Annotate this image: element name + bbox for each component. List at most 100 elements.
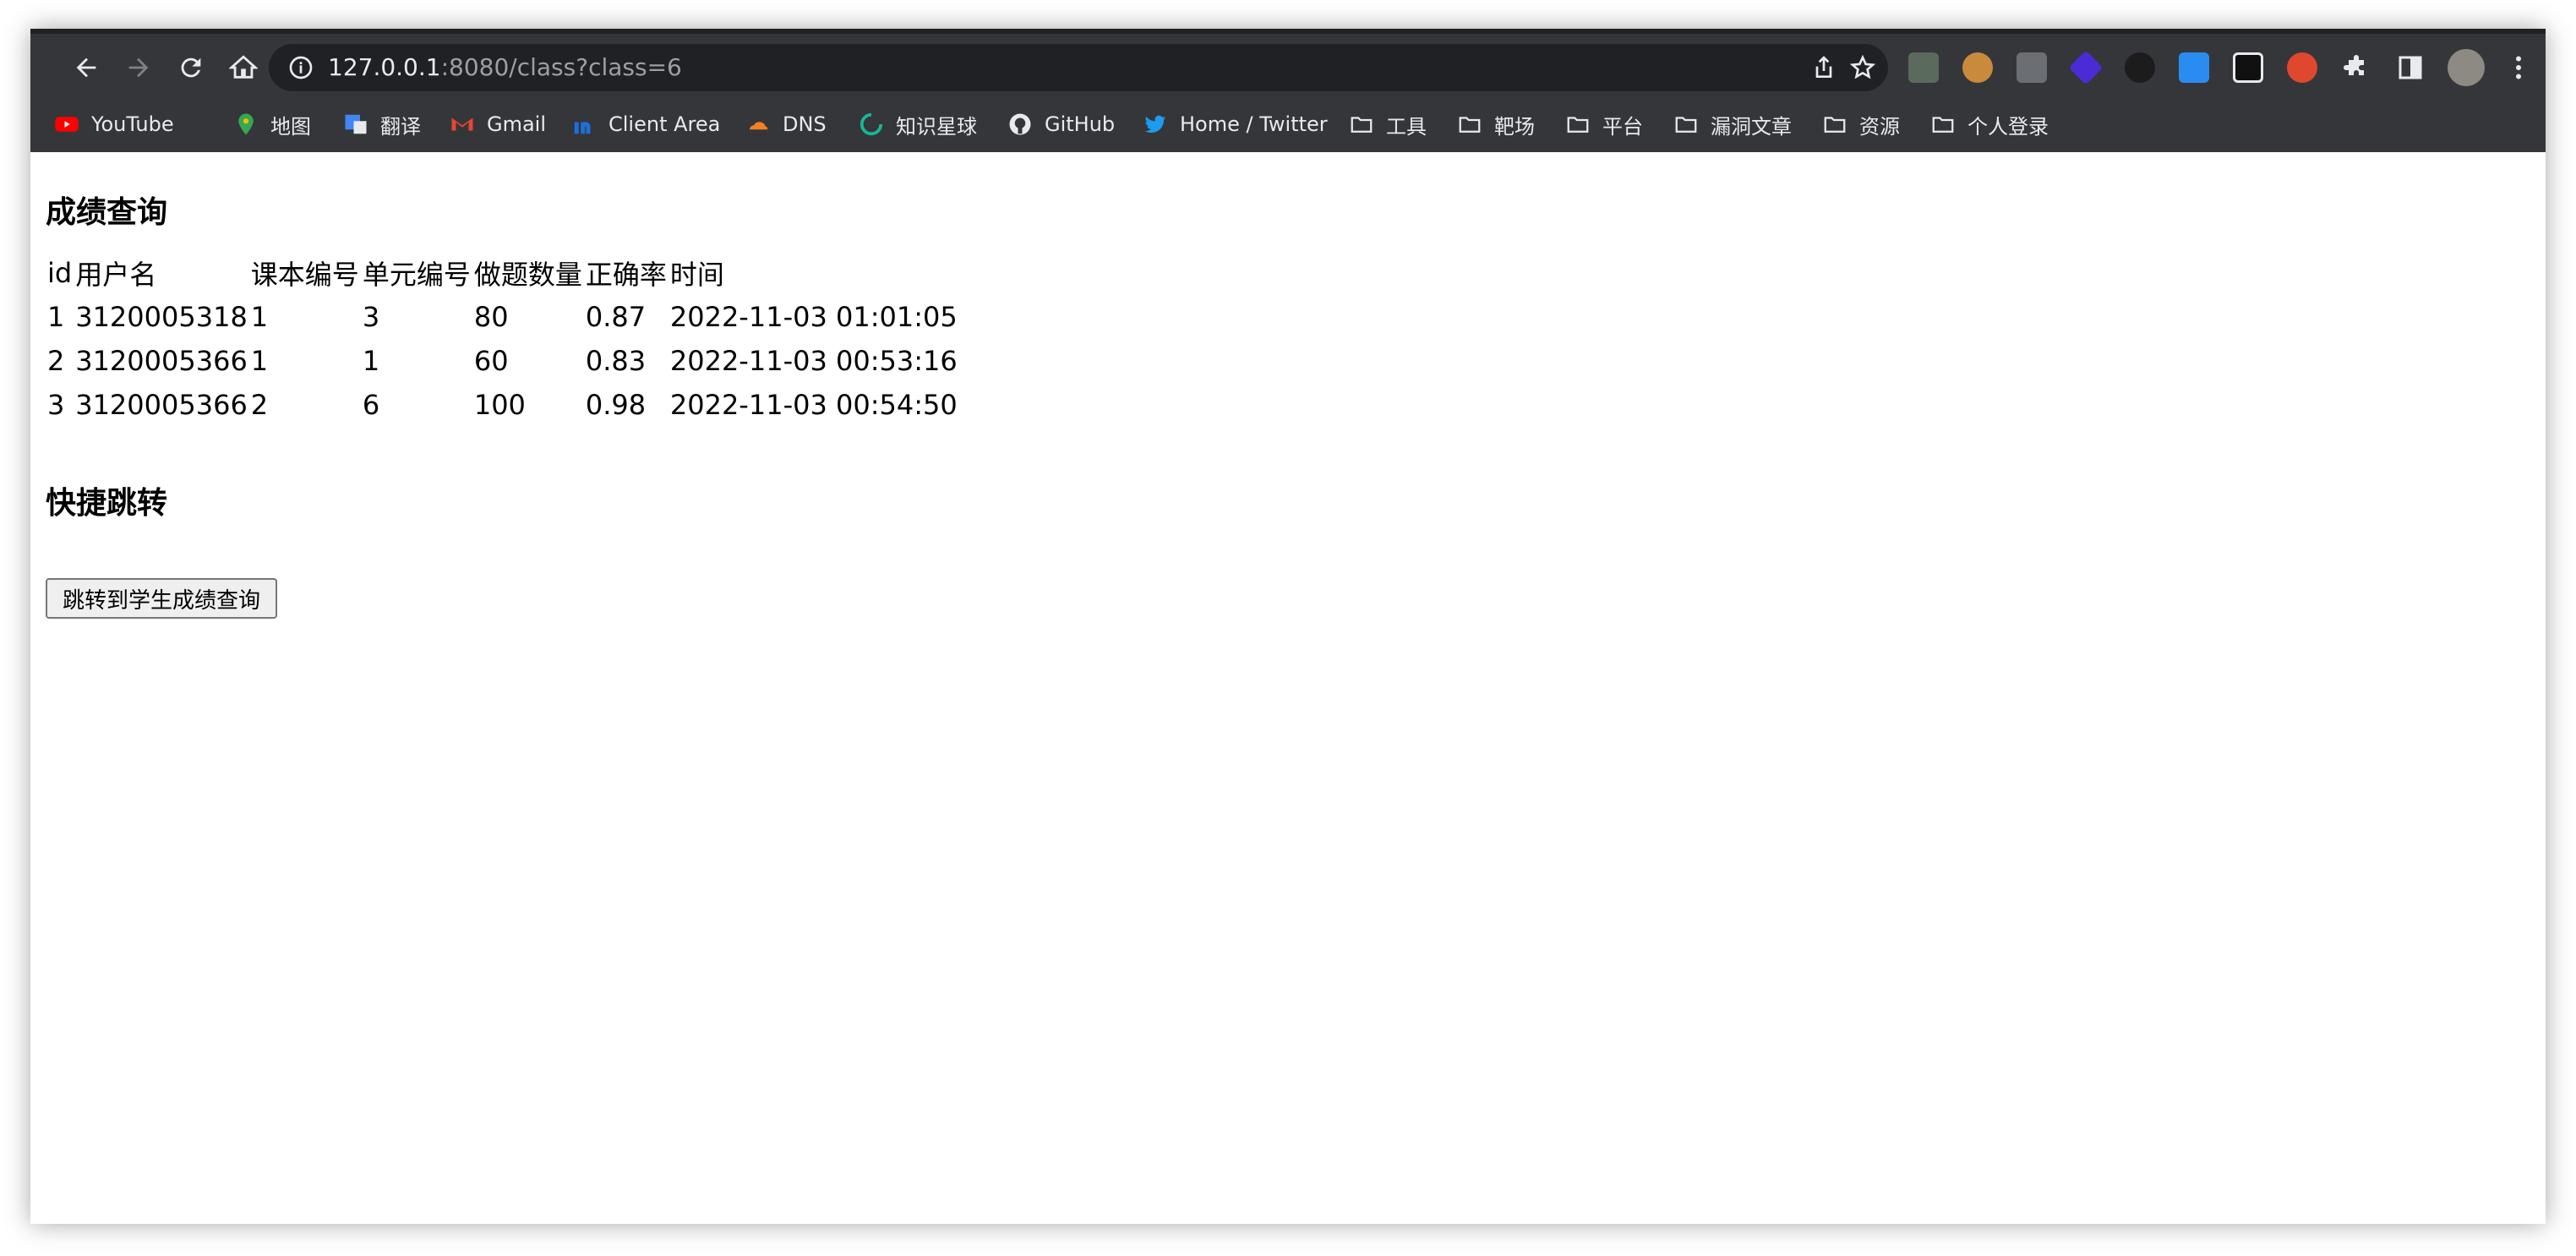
cell-time: 2022-11-03 01:01:05 xyxy=(669,301,958,333)
puzzle-icon[interactable] xyxy=(2341,52,2371,83)
col-header-id: id xyxy=(47,257,73,289)
back-button[interactable] xyxy=(68,49,105,86)
bookmark-folder-range[interactable]: 靶场 xyxy=(1457,96,1535,152)
extension-icon-1[interactable] xyxy=(1908,52,1939,83)
bookmark-folder-personal-login[interactable]: 个人登录 xyxy=(1930,96,2049,152)
bookmark-label: 工具 xyxy=(1386,114,1427,139)
client-area-icon xyxy=(571,112,597,137)
scores-table: id 用户名 课本编号 单元编号 做题数量 正确率 时间 1 312000531… xyxy=(44,248,961,429)
bookmark-label: 知识星球 xyxy=(896,114,977,139)
url-host: 127.0.0.1 xyxy=(328,53,441,81)
bookmark-label: GitHub xyxy=(1045,112,1116,136)
jump-to-student-scores-button[interactable]: 跳转到学生成绩查询 xyxy=(46,578,278,619)
url-text[interactable]: 127.0.0.1:8080/class?class=6 xyxy=(328,44,682,91)
cell-id: 2 xyxy=(47,345,65,377)
cell-accuracy: 0.98 xyxy=(585,389,647,421)
quick-jump-title: 快捷跳转 xyxy=(46,486,168,521)
col-header-time: 时间 xyxy=(669,259,724,291)
browser-window: 127.0.0.1:8080/class?class=6 YouTube 地图 … xyxy=(30,29,2546,1224)
folder-icon xyxy=(1673,112,1699,137)
maps-icon xyxy=(233,112,259,137)
bookmark-twitter[interactable]: Home / Twitter xyxy=(1143,96,1328,152)
extension-icon-3[interactable] xyxy=(2017,52,2047,83)
gmail-icon xyxy=(450,112,475,137)
extension-icon-4[interactable] xyxy=(2068,50,2104,85)
cloudflare-icon xyxy=(745,112,771,137)
bookmark-label: Home / Twitter xyxy=(1180,112,1328,136)
cell-book-number: 2 xyxy=(250,389,269,421)
folder-icon xyxy=(1457,112,1482,137)
bookmark-github[interactable]: GitHub xyxy=(1007,96,1115,152)
back-arrow-icon xyxy=(76,57,96,78)
extension-icon-8[interactable] xyxy=(2287,52,2317,83)
avatar[interactable] xyxy=(2448,49,2485,86)
bookmark-label: DNS xyxy=(783,112,827,136)
bookmark-label: 个人登录 xyxy=(1967,114,2049,139)
youtube-icon xyxy=(54,112,79,137)
home-icon xyxy=(229,55,258,79)
bookmark-label: 地图 xyxy=(270,114,311,139)
cell-time: 2022-11-03 00:53:16 xyxy=(669,345,958,377)
bookmark-gmail[interactable]: Gmail xyxy=(450,96,546,152)
cell-username: 3120005366 xyxy=(75,345,248,377)
cell-book-number: 1 xyxy=(250,301,269,333)
folder-icon xyxy=(1349,112,1374,137)
site-info-icon[interactable] xyxy=(287,54,314,81)
cell-unit-number: 6 xyxy=(362,389,380,421)
table-row: 3 3120005366 2 6 100 0.98 2022-11-03 00:… xyxy=(47,385,958,424)
page-title: 成绩查询 xyxy=(46,195,168,230)
folder-icon xyxy=(1930,112,1956,137)
sidebar-icon[interactable] xyxy=(2395,52,2426,83)
cell-username: 3120005366 xyxy=(75,389,248,421)
cell-time: 2022-11-03 00:54:50 xyxy=(669,389,958,421)
bookmark-label: 翻译 xyxy=(380,114,421,139)
bookmark-folder-vuln-articles[interactable]: 漏洞文章 xyxy=(1673,96,1792,152)
bookmark-label: 平台 xyxy=(1602,114,1643,139)
extension-icon-6[interactable] xyxy=(2179,52,2209,83)
bookmark-zsxq[interactable]: 知识星球 xyxy=(859,96,977,152)
cell-book-number: 1 xyxy=(250,345,269,377)
cell-username: 3120005318 xyxy=(75,301,248,333)
github-icon xyxy=(1007,112,1033,137)
home-button[interactable] xyxy=(225,49,262,86)
bookmark-translate[interactable]: 翻译 xyxy=(343,96,421,152)
cell-accuracy: 0.87 xyxy=(585,301,647,333)
bookmark-folder-tools[interactable]: 工具 xyxy=(1349,96,1427,152)
bookmark-label: 漏洞文章 xyxy=(1711,114,1792,139)
cookie-extension-icon[interactable] xyxy=(1962,52,1993,83)
folder-icon xyxy=(1565,112,1591,137)
twitter-icon xyxy=(1143,112,1168,137)
bookmark-folder-platform[interactable]: 平台 xyxy=(1565,96,1643,152)
col-header-unit-number: 单元编号 xyxy=(362,259,471,291)
cell-id: 1 xyxy=(47,301,65,333)
forward-button[interactable] xyxy=(120,49,157,86)
col-header-book-number: 课本编号 xyxy=(250,259,359,291)
bookmark-star-icon[interactable] xyxy=(1849,54,1876,81)
cell-id: 3 xyxy=(47,389,65,421)
bookmarks-bar: YouTube 地图 翻译 Gmail Client Area DNS 知识星球 xyxy=(30,96,2546,153)
share-icon[interactable] xyxy=(1810,54,1837,81)
cell-question-count: 60 xyxy=(473,345,509,377)
bookmark-maps[interactable]: 地图 xyxy=(233,96,311,152)
url-path: :8080/class?class=6 xyxy=(440,53,682,81)
address-bar[interactable]: 127.0.0.1:8080/class?class=6 xyxy=(269,44,1888,91)
cell-unit-number: 3 xyxy=(362,301,380,333)
bookmark-client-area[interactable]: Client Area xyxy=(571,96,720,152)
extension-icon-5[interactable] xyxy=(2125,52,2155,83)
screenshot-frame: 127.0.0.1:8080/class?class=6 YouTube 地图 … xyxy=(0,0,2576,1256)
browser-toolbar: 127.0.0.1:8080/class?class=6 xyxy=(30,29,2546,96)
zsxq-icon xyxy=(859,112,884,137)
bookmark-youtube[interactable]: YouTube xyxy=(54,96,174,152)
cell-question-count: 80 xyxy=(473,301,509,333)
bookmark-label: Gmail xyxy=(487,112,547,136)
cell-unit-number: 1 xyxy=(362,345,380,377)
reload-icon xyxy=(181,57,201,78)
menu-kebab-icon[interactable] xyxy=(2503,52,2534,83)
table-row: 1 3120005318 1 3 80 0.87 2022-11-03 01:0… xyxy=(47,298,958,336)
bookmark-dns[interactable]: DNS xyxy=(745,96,827,152)
cell-question-count: 100 xyxy=(473,389,526,421)
reload-button[interactable] xyxy=(172,49,210,86)
cell-accuracy: 0.83 xyxy=(585,345,647,377)
extension-icon-7[interactable] xyxy=(2233,52,2263,83)
bookmark-folder-resources[interactable]: 资源 xyxy=(1822,96,1900,152)
